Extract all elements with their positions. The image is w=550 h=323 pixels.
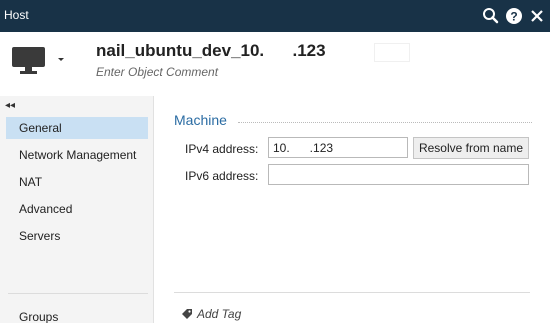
sidebar-item-nat[interactable]: NAT (6, 171, 148, 193)
monitor-icon (12, 47, 45, 74)
section-title: Machine (174, 112, 227, 128)
sidebar-item-groups[interactable]: Groups (19, 310, 58, 323)
footer-divider (174, 292, 530, 293)
sidebar-item-servers[interactable]: Servers (6, 225, 148, 247)
object-name[interactable]: nail_ubuntu_dev_10. .123 (96, 41, 326, 61)
sidebar: ◂◂ General Network Management NAT Advanc… (0, 96, 154, 323)
ipv4-input[interactable] (268, 137, 408, 158)
sidebar-item-advanced[interactable]: Advanced (6, 198, 148, 220)
sidebar-divider (8, 293, 148, 294)
svg-text:?: ? (510, 10, 517, 24)
tag-icon (182, 309, 192, 319)
help-icon[interactable]: ? (504, 6, 524, 26)
redacted-area (374, 43, 410, 62)
add-tag-label: Add Tag (197, 307, 242, 321)
collapse-sidebar-icon[interactable]: ◂◂ (5, 100, 15, 111)
sidebar-item-general[interactable]: General (6, 117, 148, 139)
ipv6-label: IPv6 address: (185, 169, 259, 183)
chevron-down-icon (58, 58, 64, 61)
title-bar: Host ? (0, 0, 550, 32)
close-icon[interactable] (527, 6, 547, 26)
ipv4-label: IPv4 address: (185, 142, 259, 156)
ipv6-input[interactable] (268, 164, 529, 185)
resolve-from-name-button[interactable]: Resolve from name (413, 137, 529, 159)
section-divider (238, 122, 532, 123)
sidebar-item-network-management[interactable]: Network Management (6, 144, 148, 166)
main-panel: Machine IPv4 address: Resolve from name … (155, 96, 550, 323)
object-comment[interactable]: Enter Object Comment (96, 65, 218, 79)
object-header: nail_ubuntu_dev_10. .123 Enter Object Co… (0, 32, 550, 90)
window-title: Host (4, 8, 29, 22)
object-icon-dropdown[interactable] (10, 44, 68, 78)
search-icon[interactable] (481, 6, 501, 26)
